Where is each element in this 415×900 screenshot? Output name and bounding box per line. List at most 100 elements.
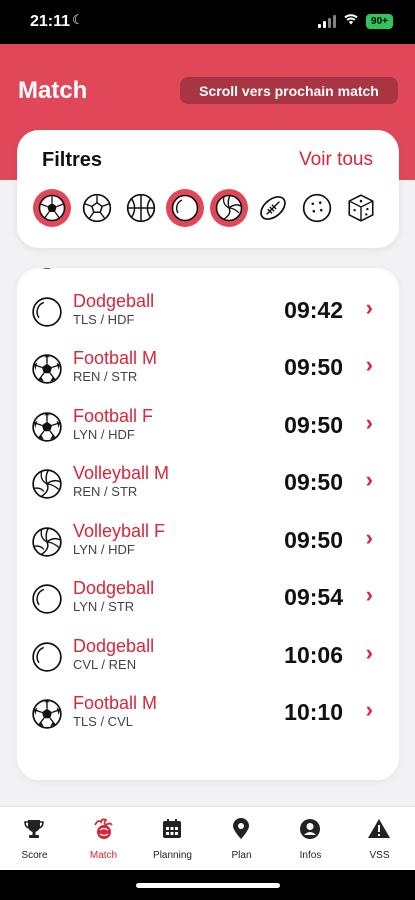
match-teams: TLS / HDF (73, 311, 135, 327)
football-icon (31, 411, 63, 443)
match-row[interactable]: Dodgeball CVL / REN 10:06 › (17, 630, 399, 687)
match-row[interactable]: Football M REN / STR 09:50 › (17, 342, 399, 399)
match-sport-name: Football M (73, 693, 158, 713)
match-teams: LYN / HDF (73, 426, 135, 442)
moon-icon: ☾ (72, 12, 84, 27)
wifi-icon (343, 12, 359, 29)
tab-planning[interactable]: Planning (138, 807, 207, 871)
match-row[interactable]: Football M TLS / CVL 10:10 › (17, 687, 399, 744)
match-teams: CVL / REN (73, 656, 137, 672)
user-circle-icon (300, 819, 320, 839)
match-sport-name: Dodgeball (73, 290, 155, 311)
home-indicator[interactable] (136, 883, 280, 888)
match-row[interactable]: Volleyball FTLS / CVL09:30› (17, 268, 399, 284)
filter-dodgeball-button[interactable] (166, 189, 204, 227)
filters-card: Filtres Voir tous (17, 130, 399, 248)
tab-plan[interactable]: Plan (207, 807, 276, 871)
rugby-ball-icon (260, 196, 286, 220)
match-time: 09:50 (284, 469, 343, 495)
match-time: 09:50 (284, 411, 343, 438)
filter-petanque-button[interactable] (298, 189, 336, 227)
match-sport-name: Dodgeball (73, 578, 155, 598)
match-row[interactable]: Football F LYN / HDF 09:50 › (17, 400, 399, 457)
tab-label: Plan (231, 850, 252, 861)
match-row[interactable]: Dodgeball LYN / STR 09:54 › (17, 572, 399, 629)
calendar-icon (163, 819, 181, 838)
trophy-icon (24, 820, 44, 838)
match-row[interactable]: Volleyball F LYN / HDF 09:50 › (17, 515, 399, 572)
chevron-right-icon: › (365, 524, 373, 550)
tab-label: Match (89, 850, 118, 861)
volleyball-icon (31, 468, 63, 500)
match-time: 09:42 (284, 296, 343, 323)
chevron-right-icon: › (365, 639, 373, 665)
match-teams: LYN / HDF (73, 541, 135, 557)
filter-basketball-button[interactable] (122, 189, 160, 227)
home-indicator-area (0, 870, 415, 900)
match-teams: TLS / CVL (73, 268, 133, 269)
match-teams: TLS / CVL (73, 714, 133, 729)
filter-football-outline-button[interactable] (78, 189, 116, 227)
tab-label: Score (21, 850, 48, 861)
match-teams: REN / STR (73, 369, 138, 384)
tab-label: Infos (299, 850, 322, 861)
map-pin-icon (233, 818, 249, 839)
volleyball-icon (31, 526, 63, 558)
match-time: 09:50 (284, 354, 343, 380)
flame-ball-icon (94, 818, 113, 839)
scroll-to-next-match-button[interactable]: Scroll vers prochain match (180, 77, 398, 104)
chevron-right-icon: › (365, 294, 373, 320)
volleyball-icon (31, 268, 63, 270)
match-row[interactable]: Volleyball M REN / STR 09:50 › (17, 457, 399, 514)
chevron-right-icon: › (365, 409, 373, 435)
filters-title: Filtres (42, 149, 103, 171)
dodgeball-icon (31, 583, 63, 615)
petanque-icon (302, 193, 332, 223)
status-bar: 21:11 ☾ 90+ (0, 0, 415, 44)
tab-vss[interactable]: VSS (345, 807, 414, 871)
status-time: 21:11 (30, 13, 71, 30)
warning-icon (368, 819, 390, 838)
chevron-right-icon: › (365, 697, 373, 722)
match-sport-name: Football M (73, 348, 158, 368)
football-outline-icon (82, 193, 112, 223)
tab-infos[interactable]: Infos (276, 807, 345, 871)
match-sport-name: Volleyball F (73, 520, 166, 541)
see-all-filters-link[interactable]: Voir tous (299, 149, 373, 171)
filter-volleyball-button[interactable] (210, 189, 248, 227)
football-icon (38, 194, 66, 222)
dodgeball-icon (171, 194, 199, 222)
volleyball-icon (215, 194, 243, 222)
match-time: 10:06 (284, 641, 343, 668)
match-sport-name: Volleyball M (73, 463, 170, 483)
match-teams: LYN / STR (73, 599, 135, 614)
dice-icon (348, 194, 374, 222)
match-sport-name: Dodgeball (73, 635, 155, 656)
chevron-right-icon: › (365, 352, 373, 377)
match-time: 10:10 (284, 699, 343, 725)
basketball-icon (126, 193, 156, 223)
tab-label: VSS (369, 850, 390, 861)
dodgeball-icon (31, 296, 63, 328)
football-icon (31, 353, 63, 385)
tab-label: Planning (153, 850, 192, 861)
match-list[interactable]: Volleyball FTLS / CVL09:30›DodgeballTLS … (17, 268, 399, 780)
match-sport-name: Football F (73, 405, 154, 426)
signal-icon (318, 14, 336, 28)
tab-score[interactable]: Score (0, 807, 69, 871)
filter-games-button[interactable] (342, 189, 380, 227)
tab-match[interactable]: Match (69, 807, 138, 871)
dodgeball-icon (31, 641, 63, 673)
chevron-right-icon: › (365, 582, 373, 607)
battery-indicator: 90+ (366, 14, 393, 29)
page-title: Match (18, 77, 88, 104)
chevron-right-icon: › (365, 467, 373, 492)
filter-football-button[interactable] (33, 189, 71, 227)
tab-bar: Score Match Planning Plan Infos VSS (0, 806, 415, 870)
football-icon (31, 698, 63, 730)
match-teams: REN / STR (73, 484, 138, 499)
match-time: 09:54 (284, 584, 343, 610)
filter-rugby-button[interactable] (254, 189, 292, 227)
match-time: 09:50 (284, 526, 343, 553)
match-row[interactable]: Dodgeball TLS / HDF 09:42 › (17, 285, 399, 342)
